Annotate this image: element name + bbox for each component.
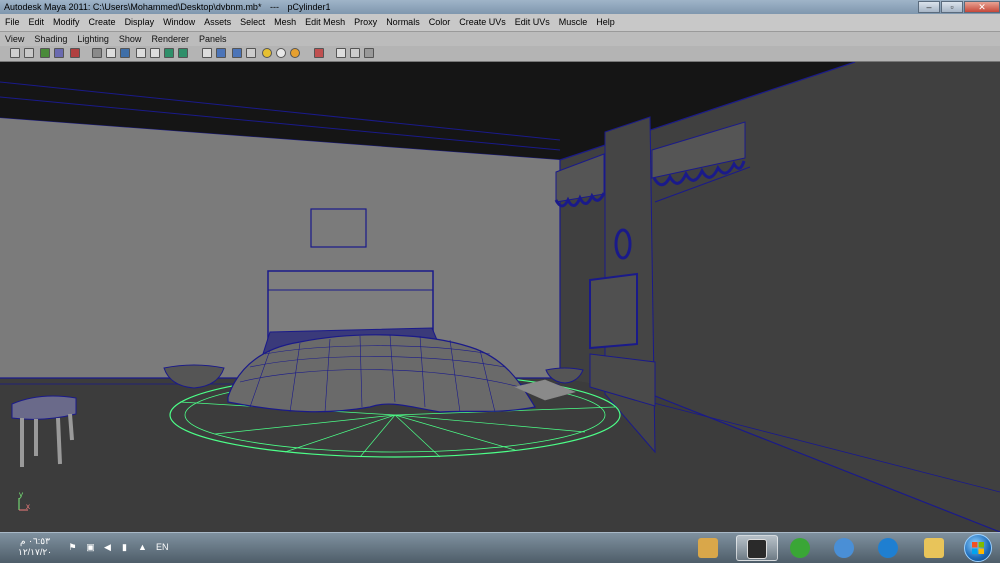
smooth-shade-icon[interactable] <box>216 48 226 58</box>
high-quality-icon[interactable] <box>350 48 360 58</box>
messenger-app-icon <box>834 538 854 558</box>
taskbar-messenger[interactable] <box>824 535 866 561</box>
maya-app-icon <box>747 539 767 559</box>
menu-select[interactable]: Select <box>235 14 269 31</box>
panel-menu-renderer[interactable]: Renderer <box>146 32 194 46</box>
shadows-icon[interactable] <box>276 48 286 58</box>
wireframe-icon[interactable] <box>202 48 212 58</box>
speaker-icon[interactable]: ◀ <box>102 542 113 553</box>
menu-display[interactable]: Display <box>120 14 159 31</box>
power-icon[interactable]: ▮ <box>119 542 130 553</box>
taskbar-explorer[interactable] <box>914 535 956 561</box>
menu-muscle[interactable]: Muscle <box>554 14 592 31</box>
menu-assets[interactable]: Assets <box>199 14 235 31</box>
film-gate-icon[interactable] <box>106 48 116 58</box>
lights-icon[interactable] <box>262 48 272 58</box>
wireframe-on-shaded-icon[interactable] <box>232 48 242 58</box>
language-indicator[interactable]: EN <box>156 542 169 552</box>
view-axis-indicator: y x <box>10 490 30 514</box>
panel-menu-view[interactable]: View <box>0 32 29 46</box>
windows-logo-icon <box>972 542 984 554</box>
gate-mask-icon[interactable] <box>164 48 174 58</box>
windows-taskbar: ٠٦:٥٣ م ١٢/١٧/٢٠ ⚑ ▣ ◀ ▮ ▲ EN <box>0 532 1000 563</box>
window-title: Autodesk Maya 2011: C:\Users\Mohammed\De… <box>4 0 337 14</box>
panel-menu-show[interactable]: Show <box>114 32 147 46</box>
axis-x-label: x <box>26 502 30 511</box>
overscan-icon[interactable] <box>178 48 188 58</box>
menu-create-uvs[interactable]: Create UVs <box>454 14 510 31</box>
field-chart-icon[interactable] <box>136 48 146 58</box>
menu-modify[interactable]: Modify <box>48 14 84 31</box>
safe-title-icon[interactable] <box>150 48 160 58</box>
menu-window[interactable]: Window <box>158 14 199 31</box>
axis-y-label: y <box>19 490 23 499</box>
panel-menu-lighting[interactable]: Lighting <box>72 32 114 46</box>
explorer-app-icon <box>924 538 944 558</box>
safe-action-icon[interactable] <box>120 48 130 58</box>
title-separator: --- <box>269 2 279 12</box>
panel-toolbar <box>0 46 1000 62</box>
start-button[interactable] <box>964 534 992 562</box>
resolution-gate-icon[interactable] <box>70 48 80 58</box>
app-title: Autodesk Maya 2011: C:\Users\Mohammed\De… <box>4 2 262 12</box>
tv-screen <box>589 272 638 350</box>
system-clock[interactable]: ٠٦:٥٣ م ١٢/١٧/٢٠ <box>12 536 58 558</box>
selected-object-name: pCylinder1 <box>287 2 331 12</box>
close-button[interactable]: ✕ <box>964 1 1000 13</box>
menu-edit-uvs[interactable]: Edit UVs <box>510 14 554 31</box>
scene-canvas[interactable] <box>0 62 1000 532</box>
camera-bookmark-icon[interactable] <box>24 48 34 58</box>
taskbar-maxthon[interactable] <box>868 535 910 561</box>
panel-menu-panels[interactable]: Panels <box>194 32 232 46</box>
camera-attributes-icon[interactable] <box>10 48 20 58</box>
taskbar-utorrent[interactable] <box>780 535 822 561</box>
window-controls: – ▫ ✕ <box>917 0 1000 14</box>
share-icon[interactable] <box>364 48 374 58</box>
minimize-button[interactable]: – <box>918 1 940 13</box>
panel-menu-shading[interactable]: Shading <box>29 32 72 46</box>
paint-app-icon <box>698 538 718 558</box>
isolate-select-icon[interactable] <box>336 48 346 58</box>
menu-create[interactable]: Create <box>84 14 120 31</box>
clock-date: ١٢/١٧/٢٠ <box>17 547 52 557</box>
textured-icon[interactable] <box>246 48 256 58</box>
menu-edit-mesh[interactable]: Edit Mesh <box>300 14 349 31</box>
default-light-icon[interactable] <box>290 48 300 58</box>
menu-mesh[interactable]: Mesh <box>269 14 300 31</box>
flag-icon[interactable]: ⚑ <box>67 542 78 553</box>
utorrent-app-icon <box>790 538 810 558</box>
taskbar-paint[interactable] <box>688 535 730 561</box>
xray-icon[interactable] <box>314 48 324 58</box>
title-bar: Autodesk Maya 2011: C:\Users\Mohammed\De… <box>0 0 1000 14</box>
menu-help[interactable]: Help <box>591 14 619 31</box>
clock-time: ٠٦:٥٣ م <box>20 536 50 546</box>
maxthon-app-icon <box>878 538 898 558</box>
maximize-button[interactable]: ▫ <box>941 1 963 13</box>
grid-toggle-icon[interactable] <box>92 48 102 58</box>
menu-proxy[interactable]: Proxy <box>349 14 381 31</box>
menu-edit[interactable]: Edit <box>24 14 49 31</box>
show-hidden-icons-button[interactable]: ▲ <box>137 542 148 553</box>
panel-menu-bar: View Shading Lighting Show Renderer Pane… <box>0 32 1000 46</box>
image-plane-icon[interactable] <box>40 48 50 58</box>
menu-color[interactable]: Color <box>424 14 455 31</box>
grease-pencil-icon[interactable] <box>54 48 64 58</box>
perspective-viewport[interactable]: y x <box>0 62 1000 532</box>
network-icon[interactable]: ▣ <box>85 542 96 553</box>
taskbar-maya[interactable] <box>736 535 778 561</box>
menu-file[interactable]: File <box>0 14 24 31</box>
menu-normals[interactable]: Normals <box>381 14 424 31</box>
main-menu-bar: File Edit Modify Create Display Window A… <box>0 14 1000 32</box>
